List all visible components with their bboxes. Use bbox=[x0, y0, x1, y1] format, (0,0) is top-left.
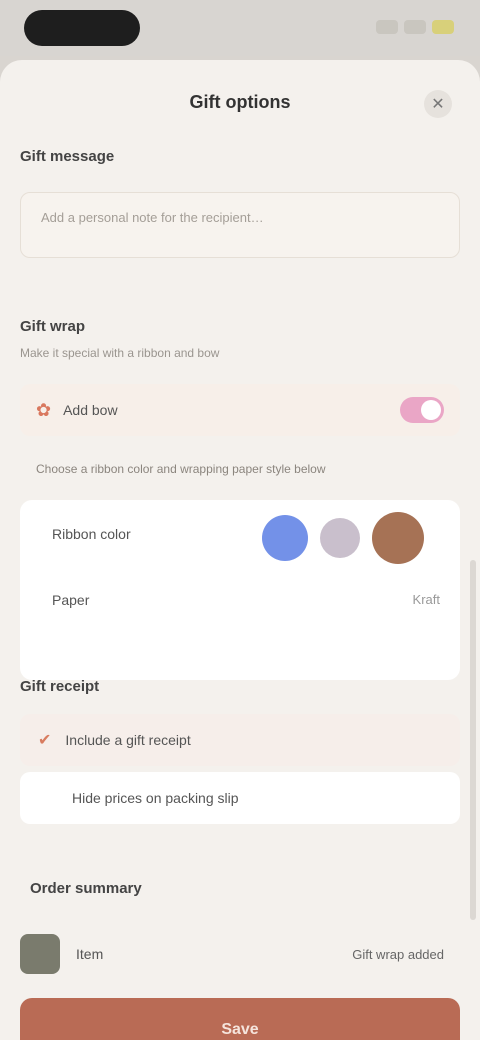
add-bow-toggle[interactable] bbox=[400, 397, 444, 423]
gift-wrap-label: Gift wrap bbox=[20, 318, 86, 335]
item-thumbnail bbox=[20, 934, 60, 974]
swatch-grey[interactable] bbox=[320, 518, 360, 558]
checkbox-checked-icon: ✔ bbox=[38, 732, 52, 749]
bow-icon: ✿ bbox=[36, 399, 52, 420]
bottom-sheet: Gift options ✕ Gift message Add a person… bbox=[0, 60, 480, 1040]
hide-prices-option-label: Hide prices on packing slip bbox=[72, 790, 239, 806]
summary-item-detail: Gift wrap added bbox=[352, 946, 444, 962]
dynamic-island bbox=[24, 10, 140, 46]
save-button[interactable]: Save bbox=[20, 998, 460, 1040]
sheet-header: Gift options ✕ bbox=[0, 60, 480, 150]
paper-value[interactable]: Kraft bbox=[413, 592, 440, 607]
battery-icon bbox=[432, 20, 454, 34]
gift-receipt-option-label: Include a gift receipt bbox=[65, 732, 191, 748]
gift-wrap-subtitle: Make it special with a ribbon and bow bbox=[20, 346, 220, 360]
gift-receipt-option[interactable]: ✔ Include a gift receipt bbox=[20, 714, 460, 766]
ribbon-color-label: Ribbon color bbox=[52, 526, 131, 542]
signal-icon bbox=[376, 20, 398, 34]
status-icons bbox=[354, 20, 454, 36]
wifi-icon bbox=[404, 20, 426, 34]
wrap-hint: Choose a ribbon color and wrapping paper… bbox=[36, 462, 326, 476]
order-summary-label: Order summary bbox=[30, 880, 142, 897]
summary-item-name: Item bbox=[76, 946, 104, 962]
gift-message-input[interactable]: Add a personal note for the recipient… bbox=[20, 192, 460, 258]
gift-message-label: Gift message bbox=[20, 148, 115, 165]
summary-item-row: Item Gift wrap added bbox=[20, 928, 460, 980]
hide-prices-option[interactable]: Hide prices on packing slip bbox=[20, 772, 460, 824]
swatch-blue[interactable] bbox=[262, 515, 308, 561]
paper-label: Paper bbox=[52, 592, 90, 608]
status-bar bbox=[0, 0, 480, 56]
gift-receipt-label: Gift receipt bbox=[20, 678, 100, 695]
add-bow-label: Add bow bbox=[63, 402, 118, 418]
sheet-title: Gift options bbox=[189, 92, 291, 112]
close-button[interactable]: ✕ bbox=[424, 90, 452, 118]
add-bow-row[interactable]: ✿ Add bow bbox=[20, 384, 460, 436]
scrollbar[interactable] bbox=[470, 560, 476, 920]
close-icon: ✕ bbox=[431, 96, 445, 113]
ribbon-swatches bbox=[262, 512, 424, 564]
swatch-brown[interactable] bbox=[372, 512, 424, 564]
